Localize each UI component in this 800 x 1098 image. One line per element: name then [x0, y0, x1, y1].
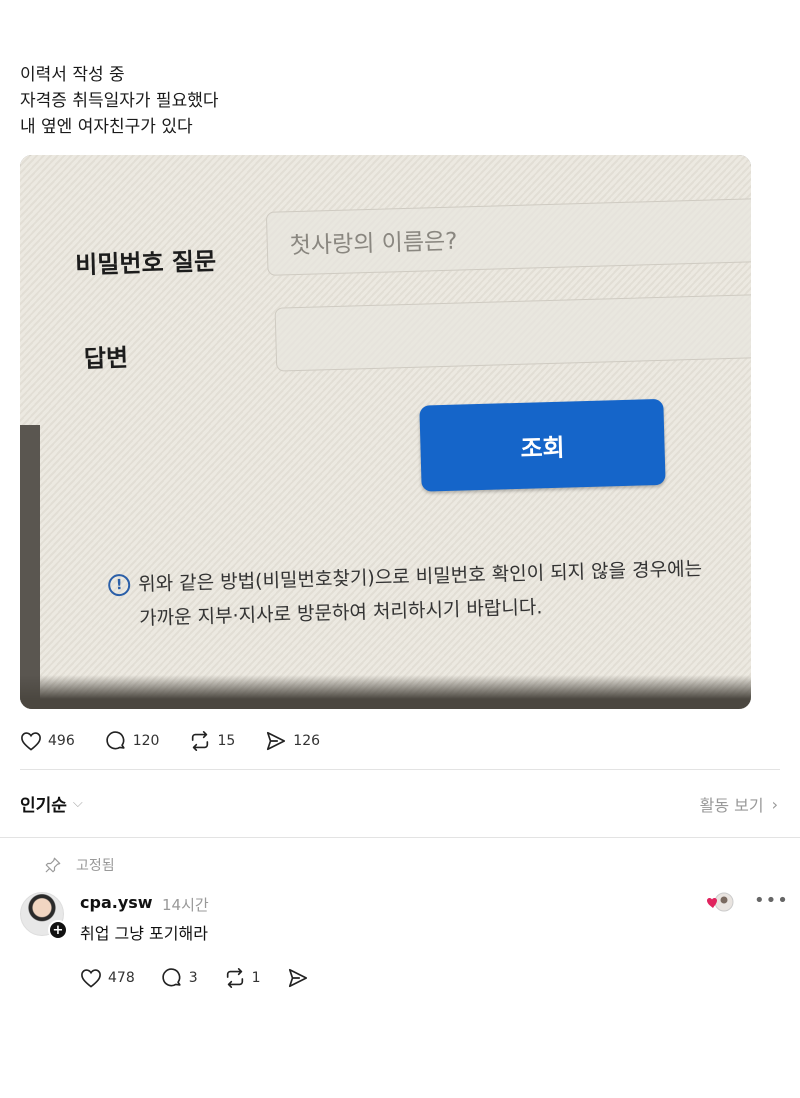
reply-share-button[interactable] — [287, 967, 315, 989]
share-count: 126 — [293, 733, 321, 749]
reply-button[interactable]: 120 — [105, 730, 160, 752]
photo-screen: 비밀번호 질문 첫사랑의 이름은? 답변 조회 ! 위와 같은 방법(비밀번호찾… — [20, 155, 751, 709]
repost-icon — [192, 731, 209, 751]
lookup-button: 조회 — [419, 398, 666, 492]
reply-actions: 478 3 1 — [80, 965, 341, 991]
pinned-indicator: 고정됨 — [44, 855, 115, 875]
question-label: 비밀번호 질문 — [74, 247, 217, 280]
reply-reply-button[interactable]: 3 — [161, 967, 198, 989]
question-value: 첫사랑의 이름은? — [289, 228, 458, 260]
reply-like-count: 478 — [108, 970, 135, 986]
post-line: 자격증 취득일자가 필요했다 — [20, 91, 219, 111]
pin-icon — [45, 857, 61, 873]
answer-label: 답변 — [83, 343, 129, 374]
more-icon[interactable]: ••• — [754, 890, 789, 911]
comment-icon — [162, 968, 181, 987]
reply-count: 120 — [132, 733, 160, 749]
notice-line: 위와 같은 방법(비밀번호찾기)으로 비밀번호 확인이 되지 않을 경우에는 — [137, 557, 703, 596]
chevron-right-icon: › — [771, 794, 778, 814]
share-button[interactable]: 126 — [265, 730, 320, 752]
reply-username[interactable]: cpa.ysw — [80, 893, 153, 912]
notice-line: 가까운 지부·지사로 방문하여 처리하시기 바랍니다. — [138, 596, 543, 630]
reply-repost-count: 1 — [251, 970, 261, 986]
repost-icon — [226, 968, 243, 988]
question-field: 첫사랑의 이름은? — [265, 197, 751, 276]
post-actions: 496 120 15 126 — [20, 728, 350, 754]
reply-text: 취업 그냥 포기해라 — [80, 924, 208, 943]
answer-field — [274, 293, 751, 372]
sort-dropdown[interactable]: 인기순 ⌵ — [20, 791, 83, 816]
post-line: 내 옆엔 여자친구가 있다 — [20, 117, 193, 137]
info-icon: ! — [107, 573, 131, 597]
send-icon — [288, 968, 307, 988]
post-body: 이력서 작성 중 자격증 취득일자가 필요했다 내 옆엔 여자친구가 있다 — [20, 62, 219, 140]
heart-icon — [81, 969, 101, 988]
send-icon — [267, 731, 286, 751]
photo-edge — [20, 425, 40, 709]
heart-icon — [21, 732, 41, 751]
post-line: 이력서 작성 중 — [20, 65, 125, 85]
repost-button[interactable]: 15 — [189, 730, 235, 752]
divider — [0, 837, 800, 838]
photo-edge — [20, 675, 751, 709]
comment-icon — [106, 731, 125, 750]
pinned-label: 고정됨 — [76, 858, 115, 874]
chevron-down-icon: ⌵ — [72, 796, 83, 811]
activity-label: 활동 보기 — [699, 796, 764, 815]
post-photo[interactable]: 비밀번호 질문 첫사랑의 이름은? 답변 조회 ! 위와 같은 방법(비밀번호찾… — [20, 155, 751, 709]
reply-reply-count: 3 — [188, 970, 198, 986]
reply-timestamp: 14시간 — [162, 896, 209, 914]
like-button[interactable]: 496 — [20, 731, 75, 751]
follow-plus-icon[interactable]: + — [48, 920, 68, 940]
author-liked-icon — [707, 892, 734, 912]
reply-like-button[interactable]: 478 — [80, 968, 135, 988]
activity-link[interactable]: 활동 보기 › — [700, 792, 778, 816]
reply-repost-button[interactable]: 1 — [224, 967, 261, 989]
sort-label: 인기순 — [20, 796, 67, 816]
like-count: 496 — [48, 733, 75, 749]
divider — [20, 769, 780, 770]
repost-count: 15 — [217, 733, 236, 749]
